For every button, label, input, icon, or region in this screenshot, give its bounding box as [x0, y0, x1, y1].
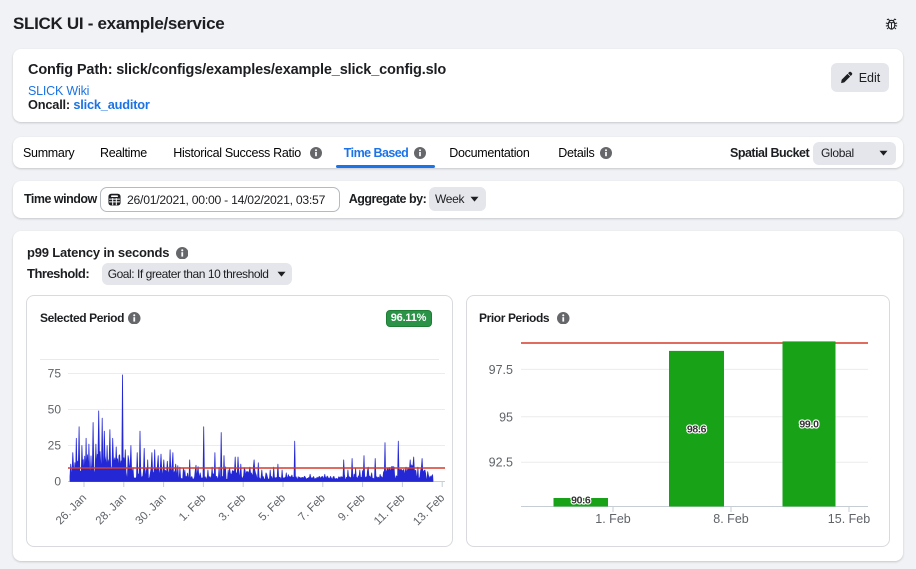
svg-text:28. Jan: 28. Jan	[94, 492, 129, 527]
svg-text:75: 75	[48, 367, 62, 381]
svg-text:0: 0	[54, 475, 61, 489]
svg-text:99.0: 99.0	[799, 419, 819, 431]
svg-text:13. Feb: 13. Feb	[411, 492, 447, 528]
svg-text:26. Jan: 26. Jan	[54, 492, 89, 527]
svg-text:97.5: 97.5	[489, 363, 513, 377]
svg-text:8. Feb: 8. Feb	[713, 512, 748, 526]
svg-text:1. Feb: 1. Feb	[177, 492, 209, 524]
svg-text:98.6: 98.6	[687, 424, 707, 436]
svg-text:92.5: 92.5	[489, 456, 513, 470]
svg-text:3. Feb: 3. Feb	[217, 492, 249, 524]
svg-text:25: 25	[48, 439, 62, 453]
svg-text:95: 95	[499, 410, 513, 424]
svg-text:9. Feb: 9. Feb	[336, 492, 368, 524]
svg-text:90.6: 90.6	[571, 495, 591, 507]
svg-text:1. Feb: 1. Feb	[595, 512, 630, 526]
svg-text:30. Jan: 30. Jan	[134, 492, 169, 527]
svg-text:5. Feb: 5. Feb	[257, 492, 289, 524]
svg-text:11. Feb: 11. Feb	[372, 492, 407, 527]
svg-text:50: 50	[48, 403, 62, 417]
svg-text:7. Feb: 7. Feb	[296, 492, 328, 524]
svg-text:15. Feb: 15. Feb	[828, 512, 870, 526]
